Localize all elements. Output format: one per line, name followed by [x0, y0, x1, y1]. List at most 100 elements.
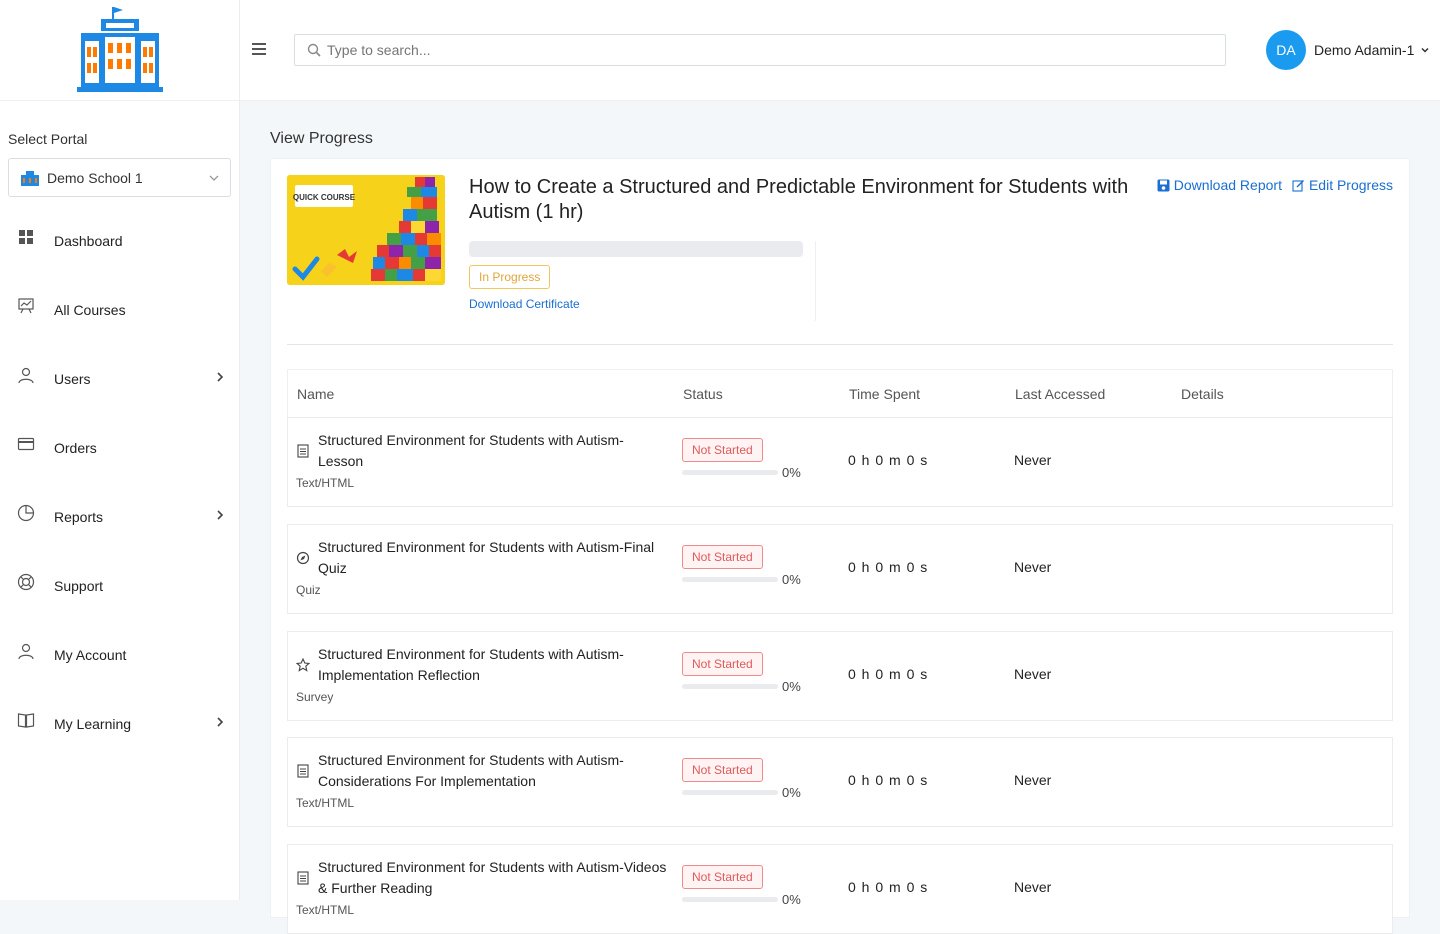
course-title: How to Create a Structured and Predictab… — [469, 176, 1129, 223]
user-icon — [17, 642, 35, 660]
time-spent: 0 h 0 m 0 s — [848, 879, 929, 895]
time-spent: 0 h 0 m 0 s — [848, 559, 929, 575]
course-thumbnail: QUICK COURSE — [287, 175, 445, 285]
last-accessed: Never — [1014, 879, 1052, 895]
search-icon — [307, 43, 321, 57]
column-header-details: Details — [1181, 386, 1224, 402]
lesson-type: Text/HTML — [296, 476, 355, 490]
user-menu[interactable]: DA Demo Adamin-1 — [1266, 30, 1430, 70]
course-thumbnail-image: QUICK COURSE — [287, 175, 445, 285]
chevron-right-icon — [217, 372, 224, 382]
lesson-percent: 0% — [782, 679, 801, 694]
document-icon — [297, 871, 309, 885]
lesson-type: Survey — [296, 690, 334, 704]
lesson-progress-bar — [682, 684, 778, 689]
status-badge: Not Started — [682, 652, 763, 676]
course-actions: Download Report Edit Progress — [1157, 177, 1393, 193]
lesson-type: Quiz — [296, 583, 321, 597]
download-report-link[interactable]: Download Report — [1157, 177, 1282, 193]
sidebar-item-label: All Courses — [54, 301, 126, 318]
pie-icon — [17, 504, 35, 522]
sidebar-item-dashboard[interactable]: Dashboard — [0, 206, 240, 275]
lesson-percent: 0% — [782, 572, 801, 587]
lifebuoy-icon — [17, 573, 35, 591]
last-accessed: Never — [1014, 666, 1052, 682]
table-row[interactable]: Structured Environment for Students with… — [287, 737, 1393, 827]
sidebar-item-my-learning[interactable]: My Learning — [0, 689, 240, 758]
document-icon — [297, 764, 309, 778]
star-icon — [296, 658, 310, 672]
divider — [815, 241, 816, 321]
chevron-right-icon — [217, 717, 224, 727]
course-progress-bar — [469, 241, 803, 257]
card-icon — [17, 435, 35, 453]
sidebar-item-users[interactable]: Users — [0, 344, 240, 413]
sidebar-item-support[interactable]: Support — [0, 551, 240, 620]
last-accessed: Never — [1014, 559, 1052, 575]
chevron-down-icon — [209, 175, 219, 181]
download-certificate-link[interactable]: Download Certificate — [469, 297, 580, 311]
status-badge: Not Started — [682, 438, 763, 462]
lesson-name: Structured Environment for Students with… — [318, 432, 624, 469]
user-icon — [17, 366, 35, 384]
chevron-down-icon — [1421, 47, 1429, 53]
status-badge: Not Started — [682, 865, 763, 889]
sidebar: Select Portal Demo School 1 Dashboard Al… — [0, 0, 240, 900]
download-report-label: Download Report — [1173, 177, 1282, 193]
chevron-right-icon — [217, 510, 224, 520]
document-icon — [297, 444, 309, 458]
status-badge: Not Started — [682, 758, 763, 782]
search-input[interactable] — [327, 42, 1127, 58]
lesson-name: Structured Environment for Students with… — [318, 752, 624, 789]
lesson-type: Text/HTML — [296, 796, 355, 810]
compass-icon — [296, 551, 310, 565]
topbar: DA Demo Adamin-1 — [240, 0, 1440, 101]
page-title: View Progress — [270, 130, 373, 147]
lesson-name: Structured Environment for Students with… — [318, 539, 655, 576]
table-row[interactable]: Structured Environment for Students with… — [287, 417, 1393, 507]
avatar: DA — [1266, 30, 1306, 70]
column-header-status: Status — [683, 386, 723, 402]
lesson-percent: 0% — [782, 465, 801, 480]
lesson-name: Structured Environment for Students with… — [318, 859, 667, 896]
save-icon — [1157, 179, 1170, 191]
book-icon — [17, 711, 35, 729]
user-name: Demo Adamin-1 — [1314, 42, 1415, 58]
edit-progress-link[interactable]: Edit Progress — [1292, 177, 1393, 193]
table-row[interactable]: Structured Environment for Students with… — [287, 844, 1393, 934]
status-badge: In Progress — [469, 265, 551, 289]
column-header-last-accessed: Last Accessed — [1015, 386, 1106, 402]
sidebar-nav: Dashboard All Courses Users Orders Repor… — [0, 206, 240, 758]
search-box — [294, 34, 1226, 66]
last-accessed: Never — [1014, 452, 1052, 468]
column-header-time-spent: Time Spent — [849, 386, 921, 402]
edit-progress-label: Edit Progress — [1308, 177, 1393, 193]
chart-board-icon — [17, 297, 35, 315]
lesson-type: Text/HTML — [296, 903, 355, 917]
sidebar-item-my-account[interactable]: My Account — [0, 620, 240, 689]
divider — [287, 344, 1393, 345]
portal-select[interactable]: Demo School 1 — [8, 158, 231, 197]
table-header: Name Status Time Spent Last Accessed Det… — [287, 369, 1393, 417]
sidebar-item-orders[interactable]: Orders — [0, 413, 240, 482]
lesson-progress-bar — [682, 577, 778, 582]
portal-label: Select Portal — [8, 131, 88, 147]
status-badge: Not Started — [682, 545, 763, 569]
sidebar-item-reports[interactable]: Reports — [0, 482, 240, 551]
time-spent: 0 h 0 m 0 s — [848, 452, 929, 468]
hamburger-menu-icon[interactable] — [252, 43, 266, 55]
lesson-progress-bar — [682, 470, 778, 475]
school-icon — [21, 170, 39, 186]
grid-icon — [17, 228, 35, 246]
logo[interactable] — [0, 0, 239, 101]
sidebar-item-label: Support — [54, 577, 104, 594]
table-row[interactable]: Structured Environment for Students with… — [287, 524, 1393, 614]
last-accessed: Never — [1014, 772, 1052, 788]
sidebar-item-label: Reports — [54, 508, 104, 525]
sidebar-item-all-courses[interactable]: All Courses — [0, 275, 240, 344]
table-row[interactable]: Structured Environment for Students with… — [287, 631, 1393, 721]
time-spent: 0 h 0 m 0 s — [848, 666, 929, 682]
course-progress-card: QUICK COURSE How to Create a Structured … — [270, 158, 1410, 934]
portal-value: Demo School 1 — [47, 169, 143, 186]
sidebar-item-label: Orders — [54, 439, 97, 456]
